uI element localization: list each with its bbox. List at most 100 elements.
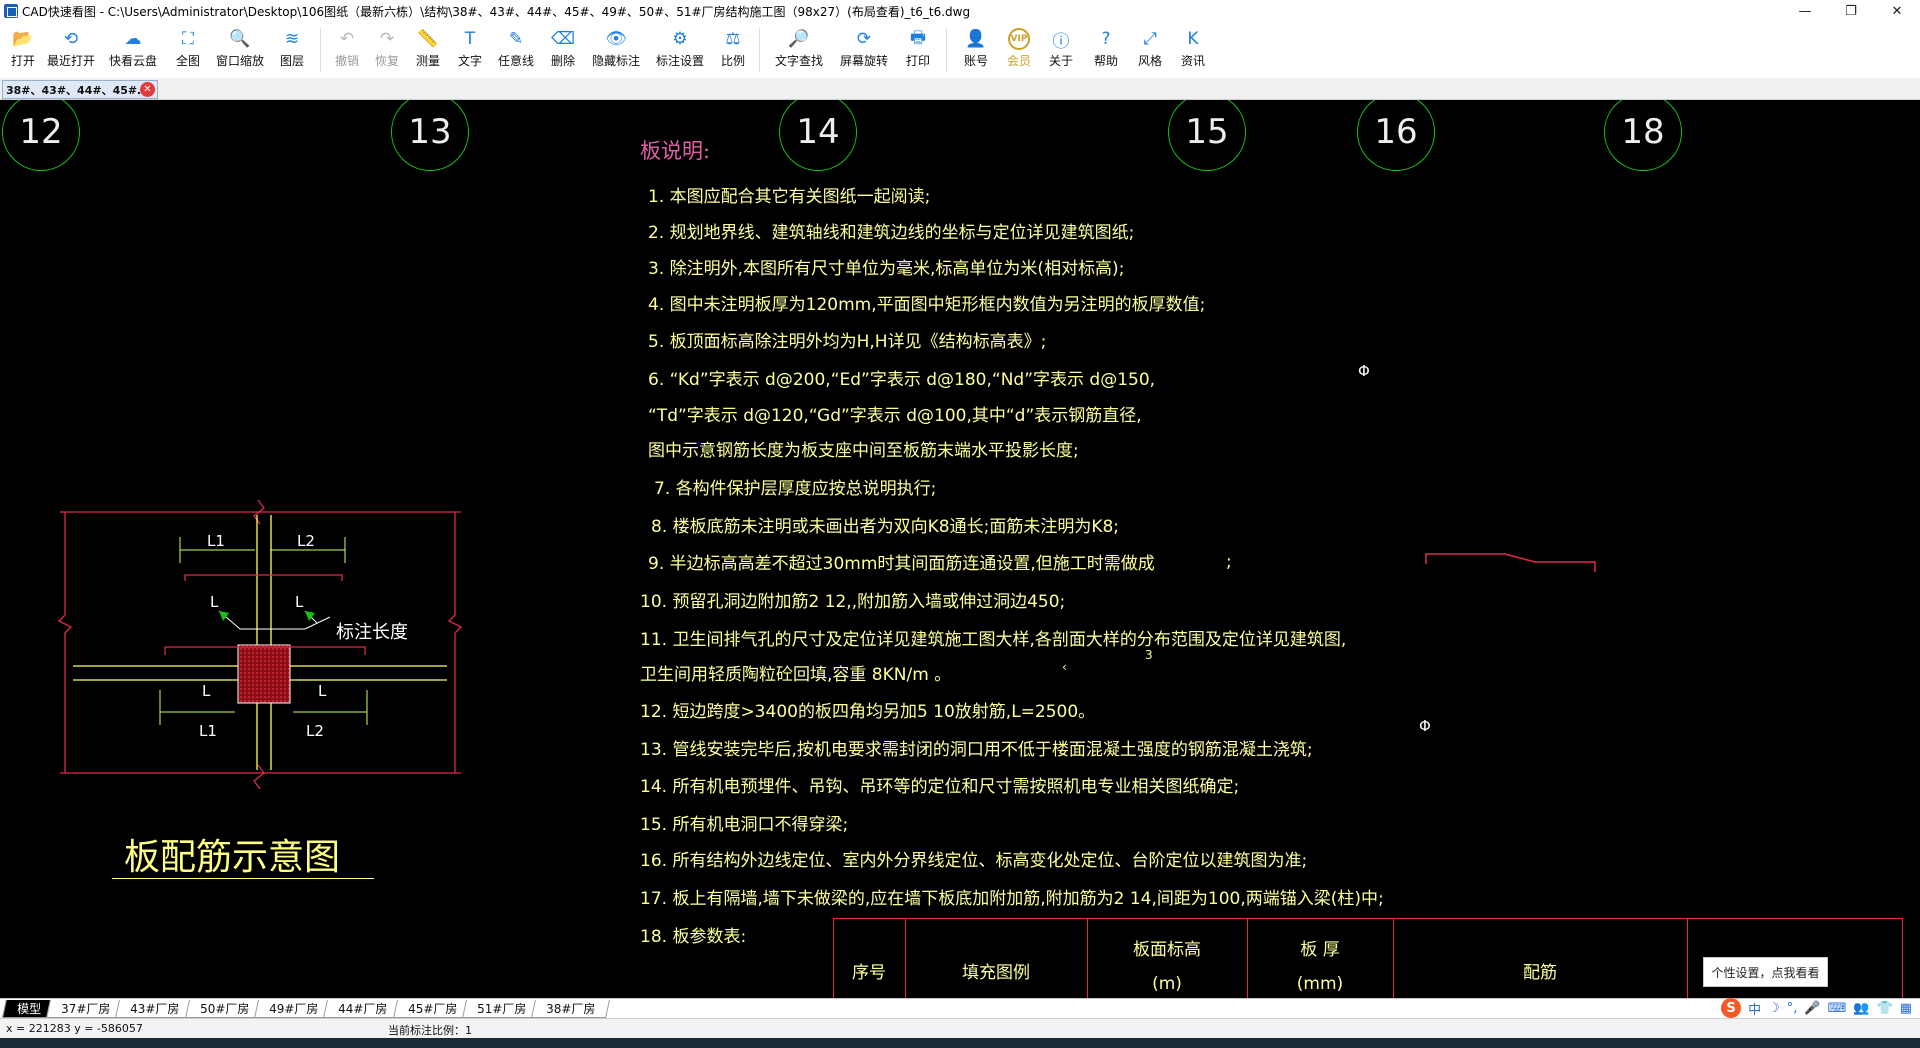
dim-label-l-top-left: L: [210, 593, 219, 611]
layout-tab-label: 37#厂房: [61, 1002, 111, 1016]
toolbar-vip-button[interactable]: VIP 会员: [999, 22, 1039, 78]
note-line: 2. 规划地界线、建筑轴线和建筑边线的坐标与定位详见建筑图纸;: [648, 223, 1135, 243]
people-icon[interactable]: 👥: [1853, 1001, 1869, 1016]
toolbar-help-button[interactable]: ? 帮助: [1083, 22, 1129, 78]
layout-tab-label: 43#厂房: [130, 1002, 180, 1016]
note-line: 1. 本图应配合其它有关图纸一起阅读;: [648, 187, 931, 207]
toolbar-text-button[interactable]: T 文字: [449, 22, 491, 78]
layout-tab[interactable]: 38#厂房: [531, 1000, 611, 1018]
toolbar-printer-button[interactable]: 🖶 打印: [896, 22, 940, 78]
toolbar-rotate-button[interactable]: ⟳ 屏幕旋转: [832, 22, 896, 78]
layout-tab-label: 51#厂房: [477, 1002, 527, 1016]
drawing-canvas[interactable]: 12 13 14 15 16 18 板说明: 1. 本图应配合其它有关图纸一起阅…: [0, 100, 1920, 998]
note-line: 5. 板顶面标高除注明外均为H,H详见《结构标高表》;: [648, 332, 1047, 352]
ime-toolbar: S 中 ☽ °, 🎤 ⌨ 👥 👕 ▦: [1721, 998, 1912, 1018]
layout-tab[interactable]: 49#厂房: [254, 1000, 334, 1018]
toolbar-fullview-button[interactable]: ⛶ 全图: [166, 22, 210, 78]
red-leader-line: [1425, 553, 1596, 572]
style-icon: ⤢: [1143, 29, 1157, 49]
toolbar-news-button[interactable]: K 资讯: [1171, 22, 1215, 78]
mic-icon[interactable]: 🎤: [1804, 1001, 1820, 1016]
layout-tab-label: 44#厂房: [338, 1002, 388, 1016]
keyboard-icon[interactable]: ⌨: [1828, 1001, 1847, 1016]
axis-bubble-14: 14: [779, 100, 857, 171]
toolbar-user-button[interactable]: 👤 账号: [953, 22, 999, 78]
layout-tab[interactable]: 51#厂房: [462, 1000, 542, 1018]
layout-tab[interactable]: 44#厂房: [323, 1000, 403, 1018]
layout-tab-label: 模型: [17, 1002, 42, 1016]
main-toolbar: 📂 打开 ⟲ 最近打开 ☁ 快看云盘 ⛶ 全图 🔍 窗口缩放 ≋ 图层 ↶ 撤销 ↷ 恢复 📏 测量 T 文字 ✎ 任意线…: [0, 22, 1920, 78]
sogou-icon[interactable]: S: [1721, 998, 1742, 1018]
document-tab-label: 38#、43#、44#、45#…: [6, 83, 149, 97]
reinforcement-diagram: [57, 499, 463, 790]
toolbar-text-search-button[interactable]: 🔎 文字查找: [766, 22, 832, 78]
toolbar-layers-button[interactable]: ≋ 图层: [270, 22, 314, 78]
close-button[interactable]: ✕: [1874, 0, 1920, 22]
note-line: 6. “Kd”字表示 d@200,“Ed”字表示 d@180,“Nd”字表示 d…: [648, 370, 1156, 390]
toolbar-button-label: 删除: [550, 54, 575, 68]
toolbar-ruler-button[interactable]: 📏 测量: [407, 22, 449, 78]
toolbar-folder-button[interactable]: 📂 打开: [4, 22, 42, 78]
rebar-symbol: Φ: [1358, 362, 1370, 380]
toolbar-undo-button[interactable]: ↶ 撤销: [327, 22, 367, 78]
toolbar-annotation-settings-button[interactable]: ⚙ 标注设置: [647, 22, 713, 78]
toolbar-eye-button[interactable]: 👁 隐藏标注: [585, 22, 647, 78]
pen-icon: ✎: [508, 29, 524, 49]
grid-icon[interactable]: ▦: [1900, 1001, 1912, 1016]
toolbar-cloud-button[interactable]: ☁ 快看云盘: [100, 22, 166, 78]
toolbar-redo-button[interactable]: ↷ 恢复: [367, 22, 407, 78]
toolbar-pen-button[interactable]: ✎ 任意线: [491, 22, 541, 78]
punctuation-icon[interactable]: °,: [1787, 1001, 1798, 1016]
printer-icon: 🖶: [909, 27, 927, 48]
ime-lang-icon[interactable]: 中: [1748, 999, 1761, 1018]
diagram-title: 板配筋示意图: [124, 837, 341, 878]
toolbar-button-label: 隐藏标注: [591, 54, 640, 68]
toolbar-button-label: 文字: [457, 54, 482, 68]
cursor-coordinates: x = 221283 y = -586057: [6, 1022, 143, 1035]
dim-label-l1-top: L1: [207, 532, 225, 550]
layout-tab-label: 45#厂房: [407, 1002, 458, 1016]
toolbar-button-label: 帮助: [1093, 54, 1118, 68]
note-9-tail: ;: [1226, 552, 1232, 572]
note-line: 3. 除注明外,本图所有尺寸单位为毫米,标高单位为米(相对标高);: [648, 259, 1125, 279]
layout-tabs: 模型 37#厂房 43#厂房 50#厂房 49#厂房 44#厂房 45#厂房 51#厂房 38#…: [0, 998, 1920, 1018]
maximize-button[interactable]: ❐: [1828, 0, 1874, 22]
toolbar-eraser-button[interactable]: ⌫ 删除: [541, 22, 585, 78]
cad-viewer-window: CAD快速看图 - C:\Users\Administrator\Desktop…: [0, 0, 1920, 1048]
layers-icon: ≋: [284, 29, 300, 49]
layout-tab[interactable]: 37#厂房: [46, 1000, 126, 1018]
toolbar-button-label: 撤销: [334, 54, 359, 68]
document-tab[interactable]: 38#、43#、44#、45#… ✕: [2, 80, 158, 99]
toolbar-button-label: 最近打开: [46, 54, 95, 68]
skin-icon[interactable]: 👕: [1877, 1001, 1893, 1016]
table-header-cell: 板面标高 (m): [1087, 935, 1247, 994]
toolbar-button-label: 资讯: [1180, 54, 1205, 68]
toolbar-scale-button[interactable]: ⚖ 比例: [713, 22, 753, 78]
note-11-mark: ‹: [1062, 660, 1067, 674]
toolbar-style-button[interactable]: ⤢ 风格: [1129, 22, 1171, 78]
minimize-button[interactable]: —: [1782, 0, 1828, 22]
close-tab-icon[interactable]: ✕: [140, 82, 155, 97]
folder-icon: 📂: [12, 29, 34, 49]
toolbar-button-label: 快看云盘: [108, 54, 157, 68]
moon-icon[interactable]: ☽: [1768, 1001, 1780, 1016]
toolbar-separator: [320, 28, 321, 72]
scale-icon: ⚖: [725, 29, 741, 49]
note-line: 10. 预留孔洞边附加筋2 12,,附加筋入墙或伸过洞边450;: [640, 592, 1066, 612]
dim-label-l-left: L: [202, 682, 211, 700]
taskbar-strip: [0, 1038, 1920, 1048]
table-header-cell: 序号: [833, 958, 905, 983]
toolbar-separator: [759, 28, 760, 72]
toolbar-clock-button[interactable]: ⟲ 最近打开: [42, 22, 100, 78]
toolbar-button-label: 图层: [279, 54, 304, 68]
toolbar-zoom-window-button[interactable]: 🔍 窗口缩放: [210, 22, 270, 78]
dim-label-l2-top: L2: [297, 532, 315, 550]
title-bar: CAD快速看图 - C:\Users\Administrator\Desktop…: [0, 0, 1920, 22]
toolbar-info-button[interactable]: ⓘ 关于: [1039, 22, 1083, 78]
notes-title: 板说明:: [640, 139, 711, 163]
toolbar-button-label: 全图: [175, 54, 200, 68]
layout-tab[interactable]: 45#厂房: [392, 1000, 472, 1018]
layout-tab[interactable]: 43#厂房: [115, 1000, 195, 1018]
layout-tab[interactable]: 50#厂房: [184, 1000, 264, 1018]
personalize-tooltip[interactable]: 个性设置，点我看看: [1703, 957, 1828, 987]
